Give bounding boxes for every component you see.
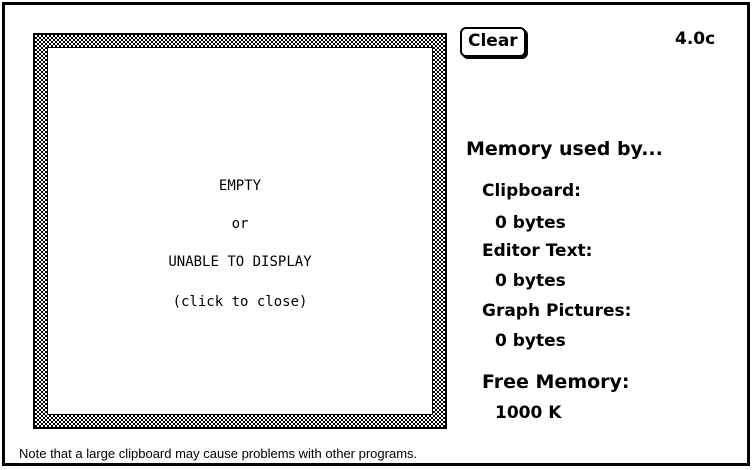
- version-label: 4.0c: [675, 29, 716, 49]
- clipboard-window: EMPTY or UNABLE TO DISPLAY (click to clo…: [2, 2, 750, 466]
- memory-title: Memory used by...: [466, 138, 663, 160]
- clipboard-note: Note that a large clipboard may cause pr…: [19, 446, 418, 461]
- clipboard-preview-content[interactable]: EMPTY or UNABLE TO DISPLAY (click to clo…: [47, 47, 433, 415]
- editor-text-memory-label: Editor Text:: [482, 241, 593, 261]
- clear-button[interactable]: Clear: [460, 27, 526, 57]
- preview-empty-text: EMPTY: [218, 178, 262, 194]
- preview-click-to-close-text: (click to close): [172, 294, 308, 310]
- graph-pictures-memory-label: Graph Pictures:: [482, 301, 632, 321]
- graph-pictures-memory-value: 0 bytes: [495, 331, 566, 351]
- preview-unable-text: UNABLE TO DISPLAY: [168, 254, 312, 270]
- free-memory-label: Free Memory:: [482, 371, 630, 393]
- clipboard-preview[interactable]: EMPTY or UNABLE TO DISPLAY (click to clo…: [33, 33, 447, 429]
- clipboard-memory-value: 0 bytes: [495, 213, 566, 233]
- clipboard-memory-label: Clipboard:: [482, 181, 581, 201]
- preview-or-text: or: [231, 216, 249, 232]
- editor-text-memory-value: 0 bytes: [495, 271, 566, 291]
- free-memory-value: 1000 K: [495, 403, 562, 423]
